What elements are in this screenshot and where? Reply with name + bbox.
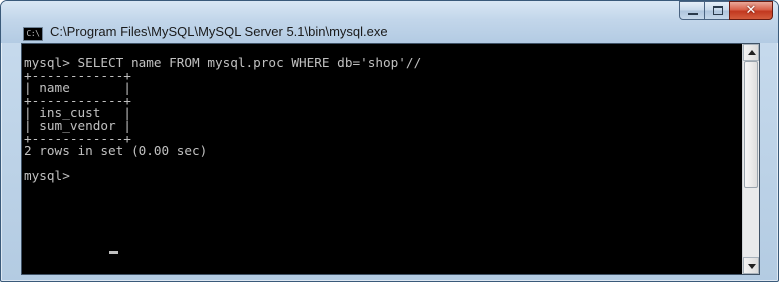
close-icon: ✕ (745, 3, 757, 18)
maximize-button[interactable] (704, 1, 730, 20)
console-line: mysql> (24, 168, 78, 184)
window-controls: ✕ (679, 1, 773, 21)
console-window: C:\ C:\Program Files\MySQL\MySQL Server … (0, 0, 779, 282)
maximize-icon (713, 6, 723, 15)
scroll-down-button[interactable] (743, 257, 759, 274)
title-bar[interactable]: C:\ C:\Program Files\MySQL\MySQL Server … (1, 1, 778, 43)
vertical-scrollbar[interactable] (742, 44, 759, 274)
scrollbar-thumb[interactable] (744, 61, 758, 188)
console-app-icon[interactable]: C:\ (23, 27, 43, 41)
arrow-up-icon (748, 50, 756, 55)
window-title: C:\Program Files\MySQL\MySQL Server 5.1\… (50, 24, 388, 39)
console-output[interactable]: mysql> SELECT name FROM mysql.proc WHERE… (21, 43, 760, 275)
arrow-down-icon (748, 264, 756, 269)
console-line: 2 rows in set (0.00 sec) (24, 143, 208, 159)
close-button[interactable]: ✕ (729, 1, 773, 20)
scroll-up-button[interactable] (743, 44, 759, 61)
text-cursor (109, 251, 118, 254)
minimize-button[interactable] (679, 1, 705, 20)
minimize-icon (688, 13, 698, 15)
console-text: mysql> SELECT name FROM mysql.proc WHERE… (24, 56, 421, 184)
